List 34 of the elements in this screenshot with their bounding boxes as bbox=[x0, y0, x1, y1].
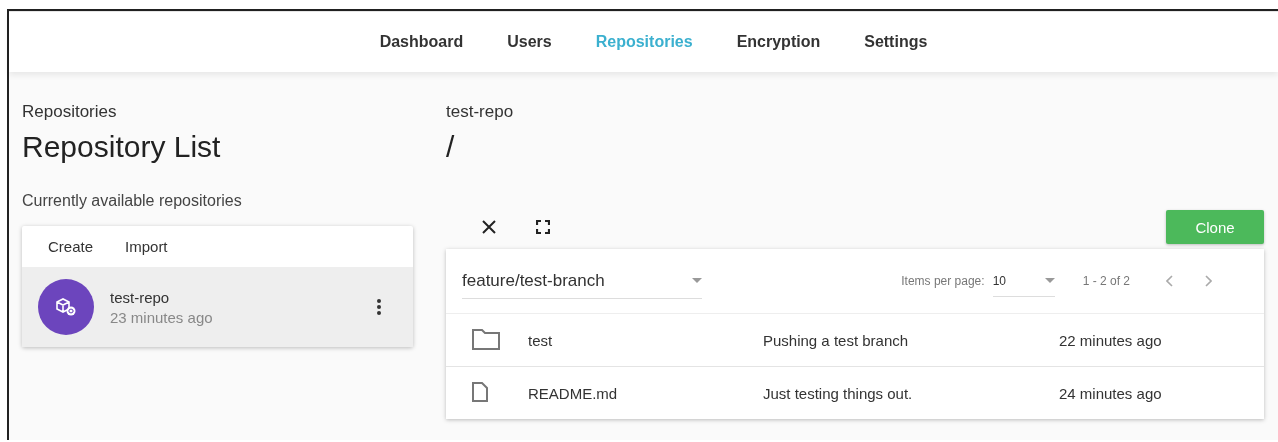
nav-tab[interactable]: Encryption bbox=[714, 33, 843, 51]
file-name: README.md bbox=[528, 384, 619, 402]
fullscreen-icon[interactable] bbox=[536, 220, 550, 234]
nav-tab[interactable]: Settings bbox=[842, 33, 950, 51]
branch-select[interactable]: feature/test-branch bbox=[462, 263, 702, 299]
action-button[interactable]: Import bbox=[113, 236, 180, 257]
file-row[interactable]: README.md Just testing things out. 24 minutes ago bbox=[446, 366, 1264, 419]
repository-item[interactable]: test-repo 23 minutes ago bbox=[22, 267, 413, 347]
commit-message: Just testing things out. bbox=[763, 384, 914, 402]
repository-overline: test-repo bbox=[446, 102, 515, 123]
nav-tab[interactable]: Dashboard bbox=[357, 33, 486, 51]
action-button[interactable]: Create bbox=[36, 236, 106, 257]
file-name: test bbox=[528, 331, 554, 349]
cubes-icon bbox=[55, 297, 77, 317]
commit-time: 22 minutes ago bbox=[1059, 331, 1163, 349]
section-subtitle: Currently available repositories bbox=[22, 192, 243, 210]
close-icon[interactable] bbox=[482, 220, 496, 234]
repository-time: 23 minutes ago bbox=[110, 308, 214, 326]
more-vertical-icon[interactable] bbox=[377, 299, 381, 315]
folder-icon bbox=[472, 327, 500, 350]
file-icon bbox=[472, 381, 488, 402]
repository-name: test-repo bbox=[110, 288, 171, 306]
dropdown-icon bbox=[692, 278, 702, 283]
items-per-page-select[interactable]: 10 bbox=[992, 265, 1055, 297]
nav-tab[interactable]: Users bbox=[485, 33, 574, 51]
items-per-page-label: Items per page: bbox=[901, 274, 985, 288]
page-overline: Repositories bbox=[22, 102, 118, 123]
path-title: / bbox=[446, 130, 456, 165]
commit-message: Pushing a test branch bbox=[763, 331, 910, 349]
page-range: 1 - 2 of 2 bbox=[1082, 274, 1130, 288]
dropdown-icon bbox=[1044, 278, 1055, 283]
file-row[interactable]: test Pushing a test branch 22 minutes ago bbox=[446, 314, 1264, 366]
page-title: Repository List bbox=[22, 130, 222, 165]
commit-time: 24 minutes ago bbox=[1059, 384, 1163, 402]
